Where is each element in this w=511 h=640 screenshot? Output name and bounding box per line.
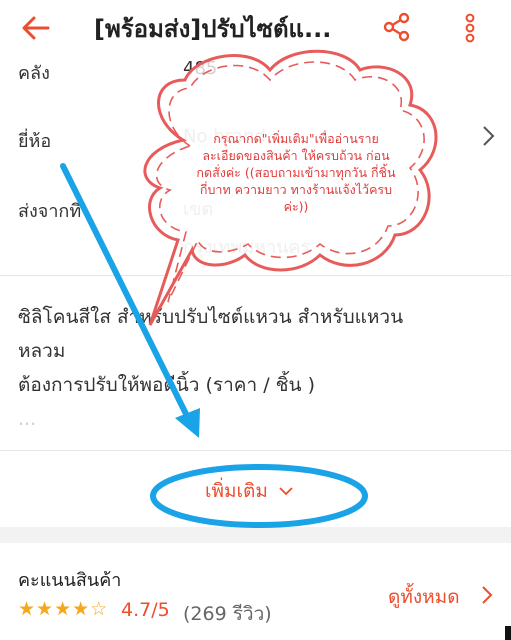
divider <box>0 275 511 276</box>
see-all-button[interactable]: ดูทั้งหมด <box>388 582 460 612</box>
more-vertical-icon[interactable] <box>460 10 480 46</box>
chevron-down-icon <box>279 487 293 496</box>
chevron-right-icon[interactable] <box>478 124 498 148</box>
share-icon[interactable] <box>382 12 412 42</box>
scrollbar-thumb[interactable] <box>505 626 511 640</box>
ship-from-value-province: กรุงเทพมหานคร <box>183 237 311 258</box>
star-rating: ★★★★☆ <box>18 598 109 620</box>
divider <box>0 450 511 451</box>
description-line: ต้องการปรับให้พอดีนิ้ว (ราคา / ชิ้น ) <box>18 374 315 396</box>
stock-label: คลัง <box>18 63 50 84</box>
section-separator <box>0 527 511 543</box>
page-title: [พร้อมส่ง]ปรับไซต์แ... <box>94 15 332 43</box>
description-line: ซิลิโคนสีใส สำหรับปรับไซต์แหวน สำหรับแหว… <box>18 306 404 328</box>
description-line-faded: ... <box>18 408 37 430</box>
brand-label: ยี่ห้อ <box>18 131 52 152</box>
see-more-label: เพิ่มเติม <box>205 480 268 502</box>
top-bar: [พร้อมส่ง]ปรับไซต์แ... <box>0 0 511 55</box>
back-arrow-icon[interactable] <box>18 10 54 46</box>
annotation-bubble-text: กรุณากด"เพิ่มเติม"เพื่ออ่านรายละเอียดของ… <box>196 131 396 214</box>
see-more-button[interactable]: เพิ่มเติม <box>205 476 294 506</box>
chevron-right-icon[interactable] <box>480 584 494 606</box>
review-count: (269 รีวิว) <box>183 603 272 625</box>
rating-title: คะแนนสินค้า <box>18 570 122 591</box>
product-description: ซิลิโคนสีใส สำหรับปรับไซต์แหวน สำหรับแหว… <box>18 300 493 436</box>
description-line: หลวม <box>18 340 66 362</box>
stock-value: 485 <box>183 58 218 79</box>
ship-from-label: ส่งจากที่ <box>18 201 82 222</box>
rating-score: 4.7/5 <box>121 599 170 621</box>
